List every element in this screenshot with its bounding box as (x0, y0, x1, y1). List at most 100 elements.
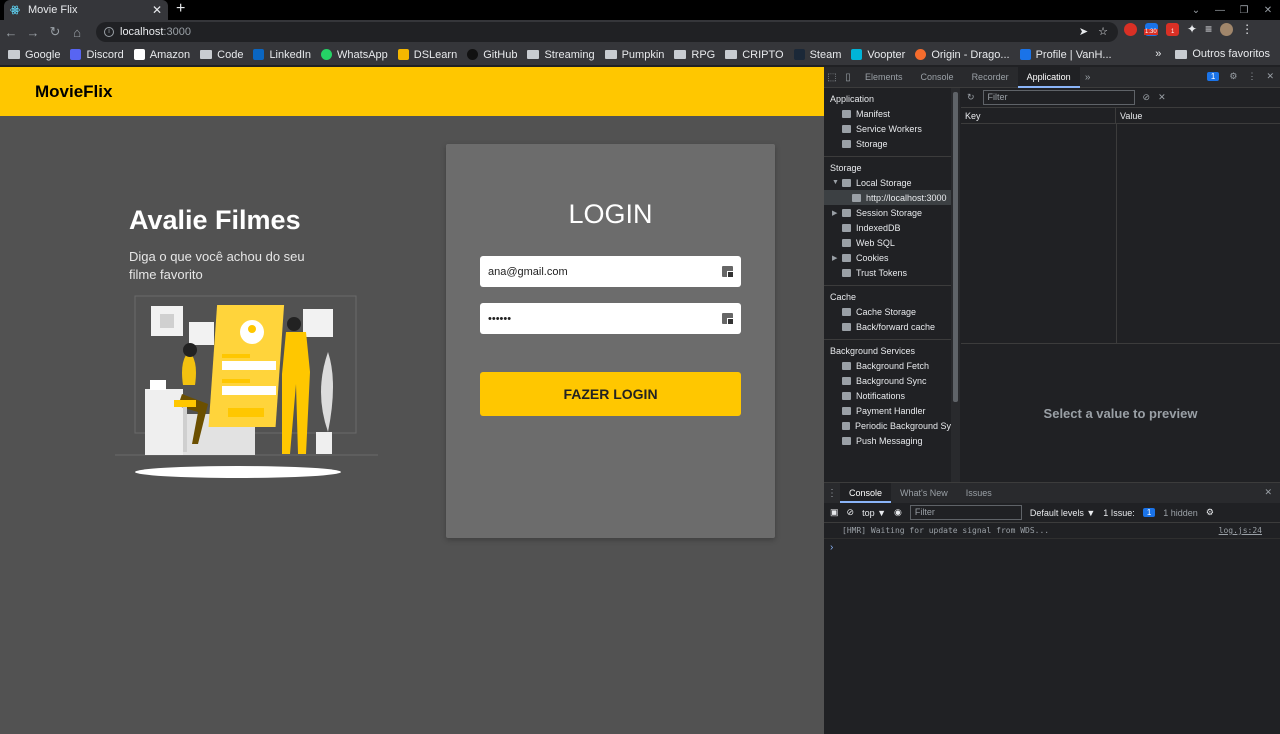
extension-red-icon[interactable] (1124, 22, 1137, 36)
browser-tab[interactable]: Movie Flix ✕ (4, 0, 168, 20)
delete-selected-icon[interactable]: ✕ (1158, 92, 1166, 103)
menu-icon[interactable]: ⋮ (1241, 22, 1253, 36)
email-field[interactable]: ana@gmail.com (480, 256, 741, 287)
log-source-link[interactable]: log.js:24 (1219, 526, 1262, 535)
context-select[interactable]: top ▼ (862, 508, 886, 518)
bookmark-item[interactable]: GitHub (467, 49, 517, 61)
sidebar-item-trust-tokens[interactable]: Trust Tokens (824, 265, 951, 280)
bookmark-item[interactable]: Voopter (851, 49, 905, 61)
sidebar-item-indexeddb[interactable]: IndexedDB (824, 220, 951, 235)
bookmark-item[interactable]: Discord (70, 49, 124, 61)
bookmark-item[interactable]: Code (200, 49, 243, 61)
bookmark-item[interactable]: Steam (793, 49, 841, 61)
password-manager-icon[interactable] (722, 313, 734, 325)
password-manager-icon[interactable] (722, 266, 734, 278)
storage-filter-input[interactable]: Filter (982, 90, 1135, 105)
sidebar-item-storage[interactable]: Storage (824, 136, 951, 151)
bookmark-item[interactable]: RPG (674, 49, 715, 61)
more-bookmarks-icon[interactable]: » (1155, 48, 1161, 60)
bookmark-item[interactable]: Google (8, 49, 60, 61)
sidebar-item-push-messaging[interactable]: Push Messaging (824, 433, 951, 448)
sidebar-item-manifest[interactable]: Manifest (824, 106, 951, 121)
tab-application[interactable]: Application (1017, 66, 1080, 88)
bookmark-item[interactable]: Profile | VanH... (1019, 49, 1112, 61)
forward-icon[interactable]: → (22, 25, 44, 40)
close-window-icon[interactable]: ✕ (1256, 5, 1280, 16)
bookmark-item[interactable]: LinkedIn (253, 49, 311, 61)
password-field[interactable]: •••••• (480, 303, 741, 334)
inspect-icon[interactable]: ⬚ (824, 72, 840, 83)
address-bar[interactable]: i localhost:3000 ➤ ☆ (96, 22, 1118, 42)
sidebar-item-localhost[interactable]: http://localhost:3000 (824, 190, 951, 205)
close-devtools-icon[interactable]: ✕ (1266, 71, 1274, 82)
tab-elements[interactable]: Elements (856, 67, 912, 88)
more-tabs-icon[interactable]: » (1080, 72, 1096, 83)
tab-search-icon[interactable]: ⌄ (1184, 5, 1208, 16)
media-icon[interactable]: ≡ (1205, 22, 1212, 36)
restore-icon[interactable]: ❐ (1232, 5, 1256, 16)
issues-label[interactable]: 1 Issue: (1103, 508, 1135, 518)
minimize-icon[interactable]: — (1208, 5, 1232, 16)
close-tab-icon[interactable]: ✕ (152, 3, 162, 17)
sidebar-item-bfcache[interactable]: Back/forward cache (824, 319, 951, 334)
drawer-tab-issues[interactable]: Issues (957, 483, 1001, 503)
bookmark-item[interactable]: CRIPTO (725, 49, 784, 61)
console-prompt[interactable]: › (824, 542, 1280, 553)
sidebar-item-periodic-sync[interactable]: Periodic Background Sy (824, 418, 951, 433)
issue-count-badge[interactable]: 1 (1142, 508, 1156, 517)
log-levels-select[interactable]: Default levels ▼ (1030, 508, 1095, 518)
expanded-arrow-icon[interactable]: ▼ (832, 179, 840, 186)
other-favorites[interactable]: Outros favoritos (1175, 48, 1270, 60)
tab-recorder[interactable]: Recorder (963, 67, 1018, 88)
issues-badge[interactable]: 1 (1206, 72, 1220, 81)
send-icon[interactable]: ➤ (1079, 25, 1088, 38)
scrollbar-thumb[interactable] (953, 92, 958, 402)
sidebar-item-payment-handler[interactable]: Payment Handler (824, 403, 951, 418)
settings-icon[interactable]: ⚙ (1229, 71, 1237, 82)
extension-timer-icon[interactable]: 1:30 (1144, 22, 1158, 36)
collapsed-arrow-icon[interactable]: ▶ (832, 254, 840, 262)
sidebar-item-service-workers[interactable]: Service Workers (824, 121, 951, 136)
drawer-tab-whats-new[interactable]: What's New (891, 483, 957, 503)
sidebar-item-cache-storage[interactable]: Cache Storage (824, 304, 951, 319)
console-settings-icon[interactable]: ⚙ (1206, 507, 1214, 518)
column-value[interactable]: Value (1116, 108, 1142, 123)
bookmark-item[interactable]: Streaming (527, 49, 595, 61)
bookmark-item[interactable]: WhatsApp (321, 49, 388, 61)
bookmark-item[interactable]: Origin - Drago... (915, 49, 1010, 61)
sidebar-item-local-storage[interactable]: ▼ Local Storage (824, 175, 951, 190)
close-drawer-icon[interactable]: ✕ (1264, 487, 1272, 498)
column-key[interactable]: Key (961, 108, 1116, 123)
drawer-menu-icon[interactable]: ⋮ (824, 488, 840, 499)
sidebar-scrollbar[interactable] (951, 88, 960, 482)
sidebar-item-notifications[interactable]: Notifications (824, 388, 951, 403)
sidebar-item-background-fetch[interactable]: Background Fetch (824, 358, 951, 373)
sidebar-toggle-icon[interactable]: ▣ (830, 507, 839, 518)
login-button[interactable]: FAZER LOGIN (480, 372, 741, 416)
bookmark-item[interactable]: Amazon (133, 49, 190, 61)
device-toolbar-icon[interactable]: ▯ (840, 72, 856, 83)
back-icon[interactable]: ← (0, 25, 22, 40)
sidebar-item-web-sql[interactable]: Web SQL (824, 235, 951, 250)
more-options-icon[interactable]: ⋮ (1247, 71, 1256, 82)
refresh-icon[interactable]: ↻ (967, 92, 975, 103)
sidebar-item-cookies[interactable]: ▶ Cookies (824, 250, 951, 265)
drawer-tab-console[interactable]: Console (840, 483, 892, 503)
collapsed-arrow-icon[interactable]: ▶ (832, 209, 840, 217)
console-filter-input[interactable]: Filter (909, 505, 1022, 520)
sidebar-item-background-sync[interactable]: Background Sync (824, 373, 951, 388)
eye-icon[interactable]: ◉ (894, 507, 902, 518)
avatar[interactable] (1220, 22, 1234, 36)
extension-calendar-icon[interactable]: 1 (1166, 22, 1179, 36)
puzzle-icon[interactable]: ✦ (1187, 22, 1197, 36)
bookmark-item[interactable]: DSLearn (397, 49, 457, 61)
clear-console-icon[interactable]: ⊘ (847, 507, 855, 518)
star-icon[interactable]: ☆ (1098, 25, 1108, 38)
new-tab-button[interactable]: + (176, 0, 185, 20)
brand-logo[interactable]: MovieFlix (35, 82, 112, 102)
site-info-icon[interactable]: i (104, 27, 114, 37)
bookmark-item[interactable]: Pumpkin (604, 49, 664, 61)
reload-icon[interactable]: ↻ (44, 24, 66, 40)
clear-all-icon[interactable]: ⊘ (1143, 92, 1151, 103)
sidebar-item-session-storage[interactable]: ▶ Session Storage (824, 205, 951, 220)
